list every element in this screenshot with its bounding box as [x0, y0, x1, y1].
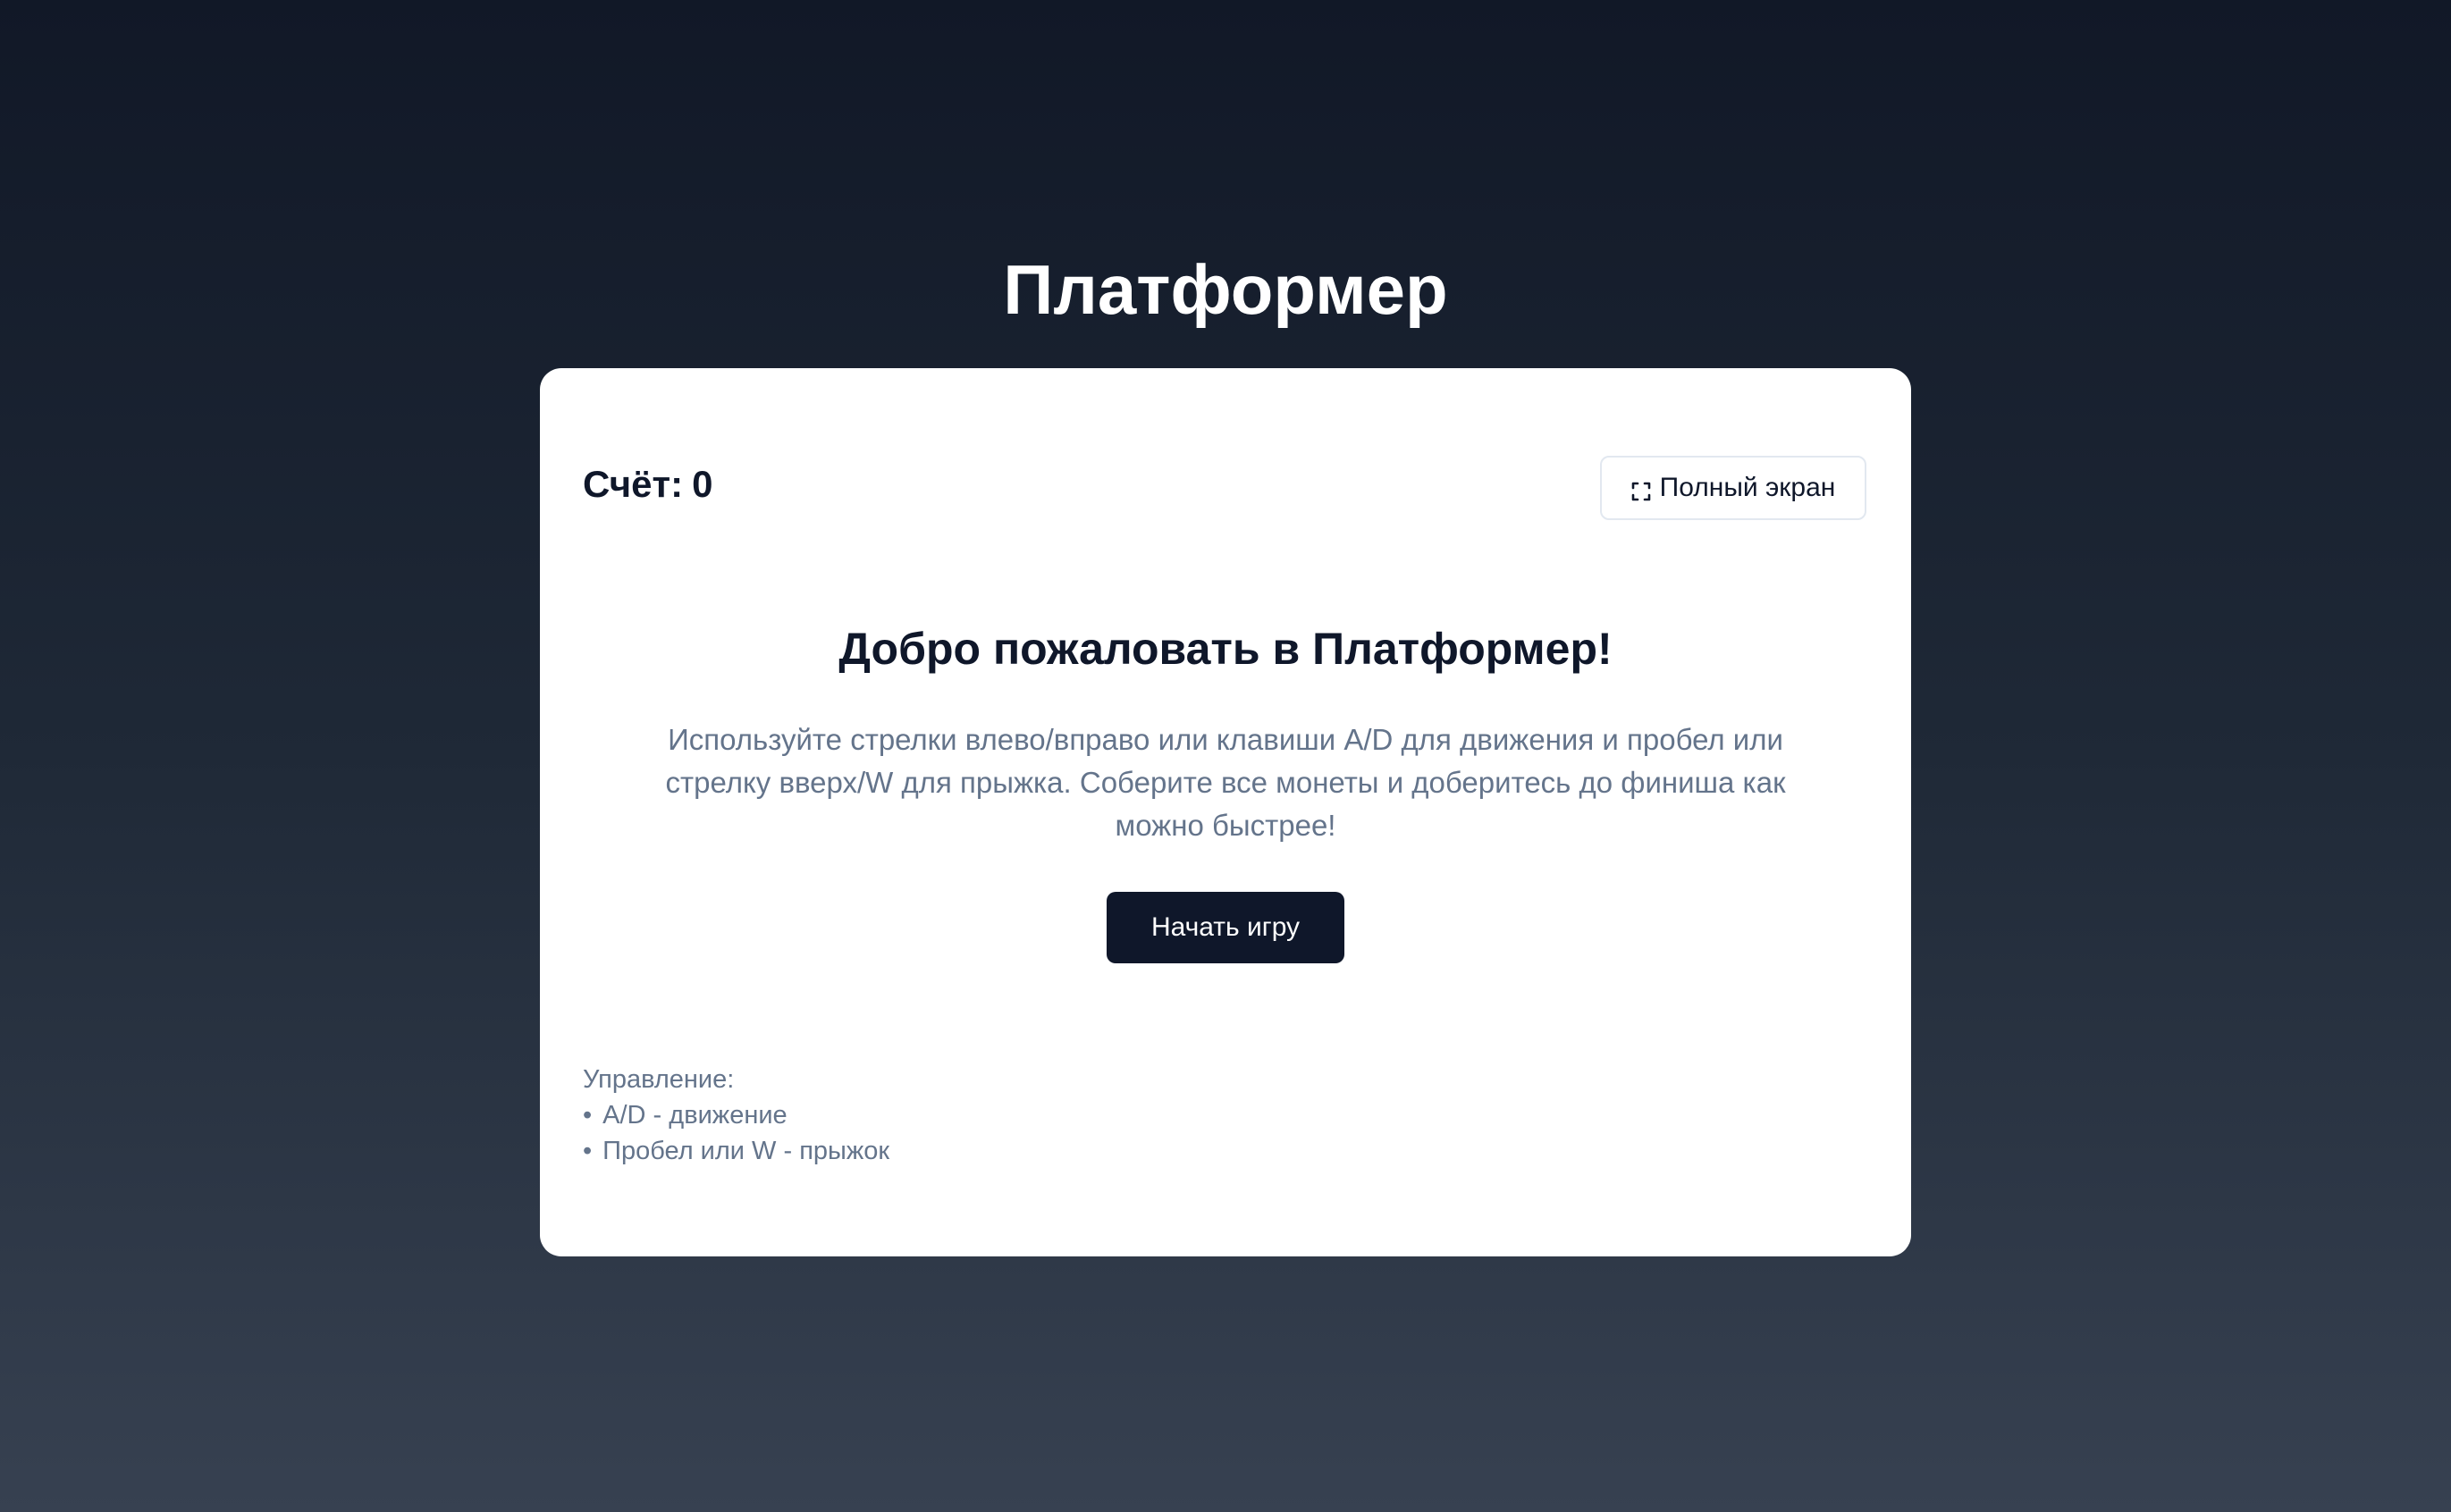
- score-display: Счёт: 0: [583, 462, 712, 507]
- fullscreen-icon: [1631, 478, 1651, 501]
- instructions-text: Используйте стрелки влево/вправо или кла…: [665, 723, 1786, 842]
- controls-list: A/D - движение Пробел или W - прыжок: [583, 1097, 889, 1169]
- welcome-heading: Добро пожаловать в Платформер!: [838, 624, 1613, 674]
- controls-title: Управление:: [583, 1065, 735, 1094]
- page-title: Платформер: [1003, 250, 1448, 329]
- fullscreen-button[interactable]: Полный экран: [1600, 456, 1866, 520]
- controls-section: Управление: A/D - движение Пробел или W …: [583, 1062, 889, 1169]
- start-game-button[interactable]: Начать игру: [1107, 892, 1344, 963]
- controls-item-move: A/D - движение: [583, 1097, 889, 1133]
- controls-item-jump: Пробел или W - прыжок: [583, 1133, 889, 1169]
- game-card: Счёт: 0 Полный экран Добро пожаловать в П…: [540, 368, 1911, 1256]
- fullscreen-label: Полный экран: [1659, 473, 1836, 502]
- score-label: Счёт:: [583, 463, 684, 505]
- score-value: 0: [692, 463, 713, 505]
